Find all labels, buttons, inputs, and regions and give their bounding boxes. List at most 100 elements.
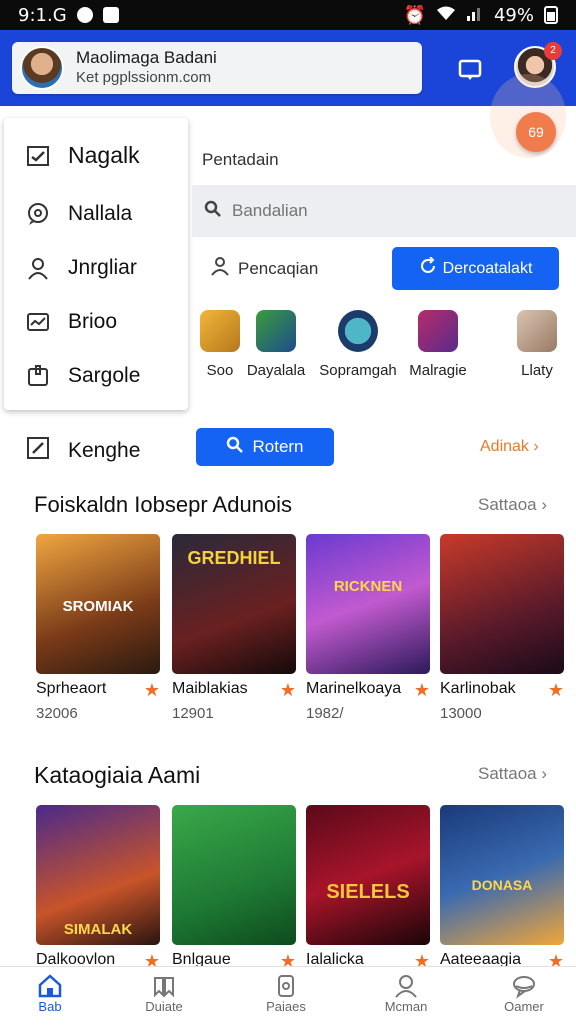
menu-item-label: Nagalk — [68, 142, 140, 168]
category-thumb — [200, 310, 240, 352]
nav-phone[interactable]: Paiaes — [236, 973, 336, 1014]
people-filter[interactable]: Pencaqian — [210, 256, 318, 281]
game-card[interactable]: GREDHIEL Maiblakias ★ 12901 — [172, 534, 296, 722]
check-square-icon — [26, 144, 50, 168]
menu-item-label: Sargole — [68, 364, 141, 387]
section-title: Kataogiaia Aami — [34, 762, 201, 788]
status-app-icon — [76, 7, 93, 23]
nav-label: Duiate — [145, 999, 183, 1014]
star-icon: ★ — [143, 680, 160, 700]
notification-badge: 2 — [544, 42, 562, 60]
orange-link-label: Adinak — [480, 438, 529, 455]
person-icon — [210, 256, 230, 281]
game-card[interactable]: SIMALAK Dalkoovlon ★ — [36, 805, 160, 972]
battery-percent: 49% — [493, 4, 534, 26]
game-card[interactable]: RICKNEN Marinelkoaya ★ 1982/ — [306, 534, 430, 722]
category-label: Llaty — [521, 362, 553, 379]
game-art: DONASA — [440, 805, 564, 945]
category-label: Malragie — [409, 362, 467, 379]
menu-item-5[interactable]: Sargole — [26, 364, 140, 388]
chat-icon — [474, 973, 574, 999]
category-thumb — [517, 310, 557, 352]
game-name: Sprheaort — [36, 680, 107, 697]
category-thumb — [338, 310, 378, 352]
chevron-right-icon: › — [541, 764, 548, 783]
floating-action-button[interactable]: 69 — [516, 112, 556, 152]
menu-item-2[interactable]: Nallala — [26, 202, 132, 226]
category-thumb — [418, 310, 458, 352]
account-card[interactable]: Maolimaga Badani Ket pgplssionm.com — [12, 42, 422, 94]
category-item[interactable]: Malragie — [398, 310, 478, 379]
game-art-text: GREDHIEL — [187, 548, 281, 568]
star-icon: ★ — [413, 680, 430, 700]
game-art-text: DONASA — [471, 877, 533, 893]
category-row: Soo Dayalala Sopramgah Malragie Llaty — [192, 310, 576, 400]
category-label: Sopramgah — [319, 362, 397, 379]
search-input[interactable] — [230, 200, 534, 222]
primary-action-button[interactable]: Dercoatalakt — [392, 247, 559, 290]
game-count: 32006 — [36, 705, 78, 722]
see-all-link[interactable]: Sattaoa › — [478, 495, 547, 515]
nav-label: Paiaes — [266, 999, 306, 1014]
game-name: Marinelkoaya — [306, 680, 402, 697]
menu-item-label: Jnrgliar — [68, 256, 137, 279]
game-count: 12901 — [172, 705, 214, 722]
see-all-label: Sattaoa — [478, 495, 537, 514]
account-email: Ket pgplssionm.com — [76, 69, 212, 86]
category-item[interactable]: Llaty — [498, 310, 576, 379]
category-item[interactable]: Sopramgah — [318, 310, 398, 379]
search-label: Pentadain — [202, 150, 279, 169]
bookmark-icon — [114, 973, 214, 999]
nav-chat[interactable]: Oamer — [474, 973, 574, 1014]
game-card[interactable]: SROMIAK Sprheaort ★ 32006 — [36, 534, 160, 722]
nav-bookmark[interactable]: Duiate — [114, 973, 214, 1014]
edit-square-icon — [26, 436, 50, 466]
category-label: Soo — [206, 362, 234, 379]
game-art-text: SIMALAK — [63, 921, 133, 938]
see-all-label: Sattaoa — [478, 764, 537, 783]
game-art: RICKNEN — [306, 534, 430, 674]
menu-item-3[interactable]: Jnrgliar — [26, 256, 137, 280]
find-button[interactable]: Rotern — [196, 428, 334, 466]
primary-action-label: Dercoatalakt — [442, 259, 533, 277]
game-art — [440, 534, 564, 674]
category-item[interactable]: Dayalala — [236, 310, 316, 379]
see-all-link[interactable]: Sattaoa › — [478, 764, 547, 784]
game-card[interactable]: Bnlgaue ★ — [172, 805, 296, 972]
nav-profile[interactable]: Mcman — [356, 973, 456, 1014]
game-art — [172, 805, 296, 945]
game-art: GREDHIEL — [172, 534, 296, 674]
home-icon — [0, 973, 100, 999]
menu-item-edit[interactable]: Kenghe — [26, 436, 140, 466]
game-card[interactable]: Karlinobak ★ 13000 — [440, 534, 564, 722]
nav-label: Mcman — [384, 999, 428, 1014]
game-art: SIMALAK — [36, 805, 160, 945]
star-icon: ★ — [547, 680, 564, 700]
menu-item-4[interactable]: Brioo — [26, 310, 117, 334]
orange-link[interactable]: Adinak › — [480, 438, 539, 456]
person-icon — [26, 256, 50, 280]
search-icon — [204, 200, 222, 223]
battery-icon — [544, 6, 558, 24]
menu-item-label: Kenghe — [68, 439, 141, 462]
game-art-text: RICKNEN — [333, 578, 403, 595]
menu-item-label: Brioo — [68, 310, 118, 333]
locker-icon — [26, 364, 50, 388]
status-time: 9:1.G — [18, 4, 67, 26]
game-count: 1982/ — [306, 705, 344, 722]
message-button[interactable] — [450, 50, 490, 90]
search-bar[interactable] — [192, 185, 576, 237]
people-filter-label: Pencaqian — [238, 258, 319, 278]
find-button-label: Rotern — [252, 437, 304, 456]
game-count: 13000 — [440, 705, 482, 722]
game-card[interactable]: DONASA Aateeaagia ★ — [440, 805, 564, 972]
game-art-text: SIELELS — [326, 881, 410, 903]
category-thumb — [256, 310, 296, 352]
nav-label: Oamer — [504, 999, 544, 1014]
nav-home[interactable]: Bab — [0, 973, 100, 1014]
avatar — [20, 46, 64, 90]
game-card[interactable]: SIELELS Ialalicka ★ — [306, 805, 430, 972]
category-label: Dayalala — [246, 362, 306, 379]
menu-item-1[interactable]: Nagalk — [26, 142, 140, 169]
wifi-icon — [436, 5, 456, 26]
